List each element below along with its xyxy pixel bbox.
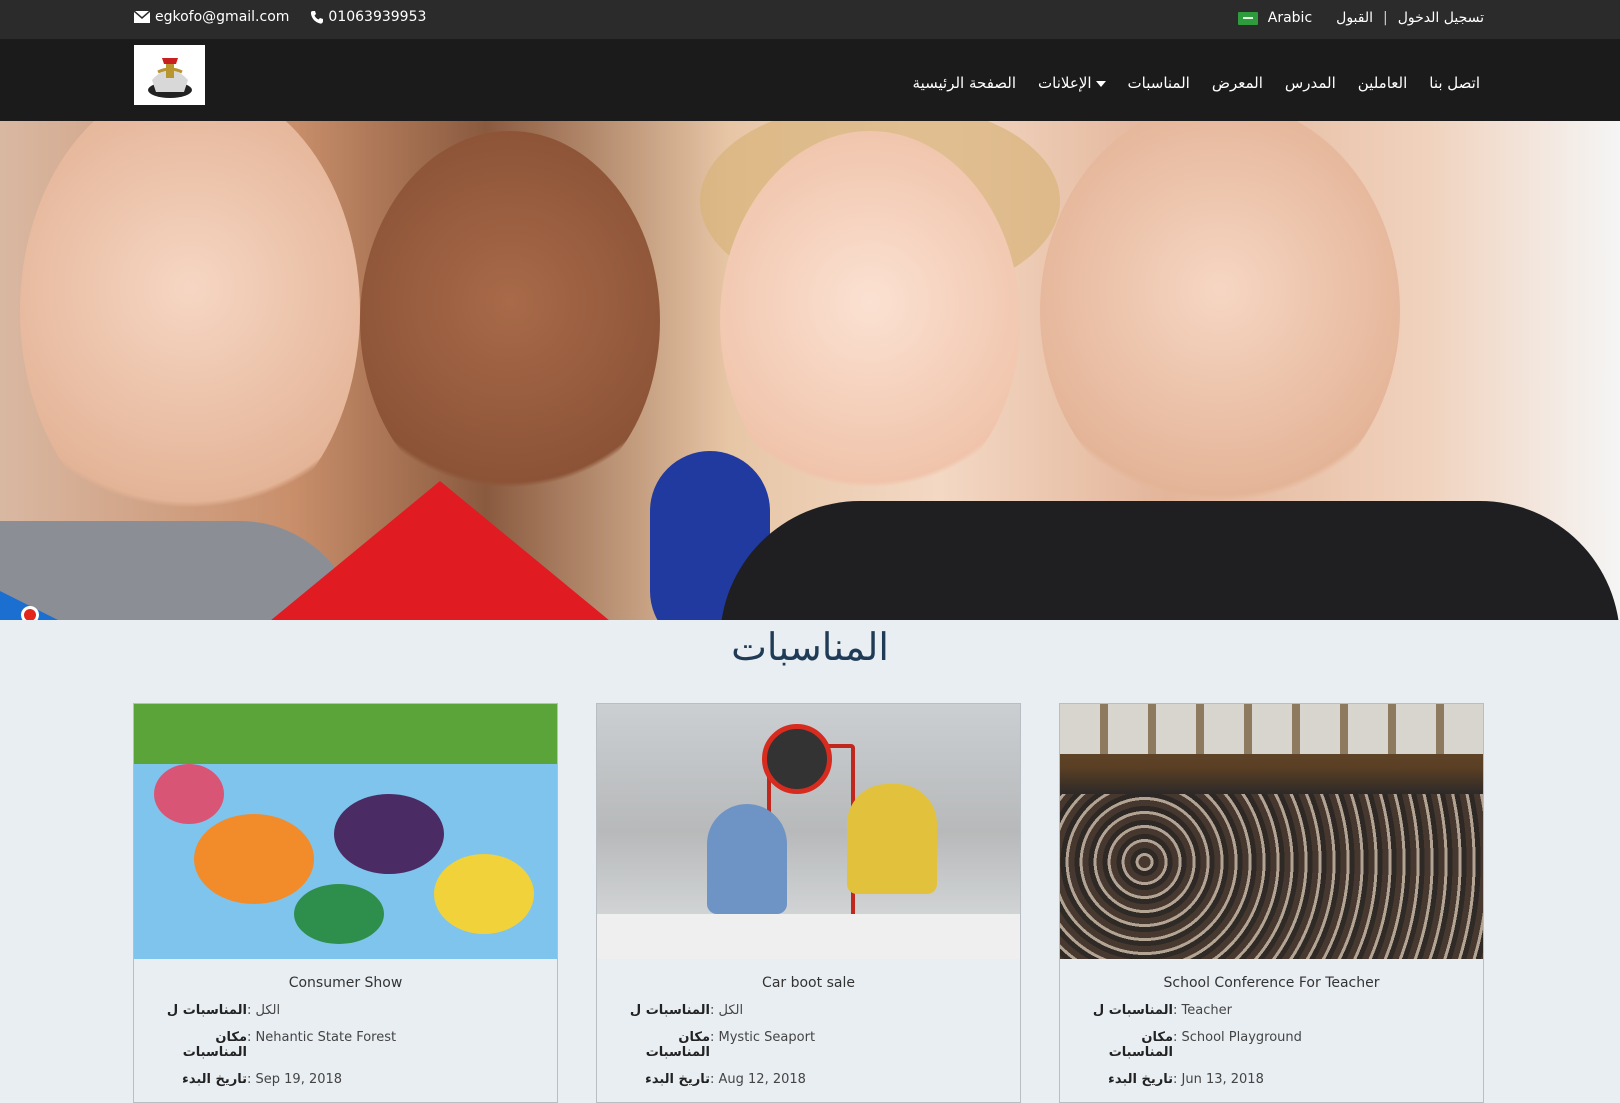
- acceptance-link[interactable]: القبول: [1336, 10, 1373, 26]
- caret-down-icon: [1095, 80, 1106, 87]
- separator: |: [1383, 10, 1388, 26]
- event-card[interactable]: Consumer Show المناسبات ل: الكل مكان الم…: [133, 703, 558, 1103]
- event-row: مكان المناسبات: Nehantic State Forest: [134, 1030, 557, 1060]
- hero-person-3: [720, 131, 1020, 511]
- event-label: المناسبات ل: [166, 1003, 247, 1018]
- event-label: المناسبات ل: [1092, 1003, 1173, 1018]
- image-decor: [434, 854, 534, 934]
- main-navbar: اتصل بنا العاملين المدرس المعرض المناسبا…: [0, 39, 1620, 121]
- email-link[interactable]: egkofo@gmail.com: [134, 9, 289, 25]
- nav-gallery[interactable]: المعرض: [1212, 74, 1263, 92]
- event-row: المناسبات ل: الكل: [134, 1003, 557, 1018]
- event-value: : Nehantic State Forest: [247, 1030, 397, 1045]
- top-bar: egkofo@gmail.com 01063939953 Arabic القب…: [0, 0, 1620, 39]
- envelope-icon: [134, 11, 150, 23]
- slider-dot[interactable]: [21, 606, 39, 620]
- event-image-lab: [597, 704, 1020, 959]
- event-value: : الكل: [247, 1003, 281, 1018]
- event-value: : الكل: [710, 1003, 744, 1018]
- phone-text: 01063939953: [328, 9, 427, 25]
- event-title[interactable]: School Conference For Teacher: [1060, 975, 1483, 991]
- hero-slider: [0, 121, 1620, 620]
- nav-home[interactable]: الصفحة الرئيسية: [913, 74, 1017, 92]
- event-row: مكان المناسبات: School Playground: [1060, 1030, 1483, 1060]
- event-image-conference: [1060, 704, 1483, 959]
- event-label: المناسبات ل: [629, 1003, 710, 1018]
- nav-menu: اتصل بنا العاملين المدرس المعرض المناسبا…: [913, 74, 1480, 92]
- image-decor: [334, 794, 444, 874]
- hero-person-1: [20, 121, 360, 541]
- event-value: : Mystic Seaport: [710, 1030, 816, 1045]
- event-value: : Teacher: [1173, 1003, 1232, 1018]
- hero-person-4: [1040, 121, 1400, 521]
- nav-events[interactable]: المناسبات: [1128, 74, 1190, 92]
- event-label: مكان المناسبات: [1108, 1030, 1173, 1060]
- image-decor: [134, 704, 557, 764]
- image-decor: [707, 804, 787, 914]
- event-image-picnic: [134, 704, 557, 959]
- event-card[interactable]: School Conference For Teacher المناسبات …: [1059, 703, 1484, 1103]
- event-title[interactable]: Consumer Show: [134, 975, 557, 991]
- site-logo[interactable]: [134, 45, 205, 105]
- hero-person-2: [360, 131, 660, 511]
- nav-staff[interactable]: العاملين: [1358, 74, 1408, 92]
- email-text: egkofo@gmail.com: [155, 9, 290, 25]
- event-label: مكان المناسبات: [182, 1030, 247, 1060]
- nav-announcements-label: الإعلانات: [1038, 74, 1092, 92]
- image-decor: [154, 764, 224, 824]
- language-switch[interactable]: Arabic: [1268, 10, 1312, 26]
- nav-teacher[interactable]: المدرس: [1285, 74, 1336, 92]
- hero-red-folder: [270, 481, 610, 620]
- image-decor: [294, 884, 384, 944]
- contact-info: egkofo@gmail.com 01063939953: [134, 9, 426, 25]
- login-link[interactable]: تسجيل الدخول: [1398, 10, 1484, 26]
- event-value: : School Playground: [1173, 1030, 1302, 1045]
- image-decor: [597, 914, 1020, 959]
- image-decor: [1060, 704, 1483, 754]
- image-decor: [762, 724, 832, 794]
- image-decor: [194, 814, 314, 904]
- event-row: المناسبات ل: Teacher: [1060, 1003, 1483, 1018]
- phone-link[interactable]: 01063939953: [311, 9, 426, 25]
- events-title: المناسبات: [731, 625, 889, 669]
- auth-links: Arabic القبول | تسجيل الدخول: [1237, 10, 1484, 26]
- event-row: المناسبات ل: الكل: [597, 1003, 1020, 1018]
- event-label: مكان المناسبات: [645, 1030, 710, 1060]
- image-decor: [847, 784, 937, 894]
- hero-shirt: [720, 501, 1620, 620]
- event-title[interactable]: Car boot sale: [597, 975, 1020, 991]
- event-card[interactable]: Car boot sale المناسبات ل: الكل مكان الم…: [596, 703, 1021, 1103]
- phone-icon: [311, 10, 324, 24]
- image-decor: [1060, 794, 1483, 959]
- emblem-icon: [147, 58, 192, 98]
- saudi-flag-icon: [1237, 11, 1258, 25]
- slider-dots: [21, 606, 39, 620]
- nav-announcements[interactable]: الإعلانات: [1038, 74, 1106, 92]
- event-row: مكان المناسبات: Mystic Seaport: [597, 1030, 1020, 1060]
- nav-contact[interactable]: اتصل بنا: [1429, 74, 1480, 92]
